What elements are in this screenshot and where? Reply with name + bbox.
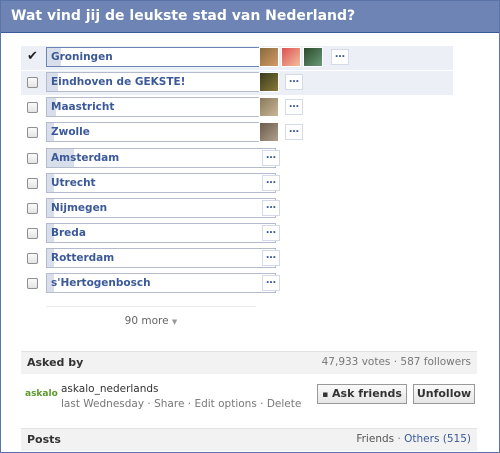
option-row[interactable]: s'Hertogenbosch … [21,272,453,296]
checkbox[interactable] [27,77,38,88]
voter-avatar[interactable] [259,122,279,142]
edit-options-link[interactable]: Edit options [194,398,256,410]
option-label: s'Hertogenbosch [51,277,151,289]
more-options-label: 90 more [124,315,169,327]
asked-by-title: Asked by [27,356,84,369]
more-voters-button[interactable]: … [285,74,303,90]
option-bar[interactable]: Breda [46,223,276,243]
dialog-title: Wat vind jij de leukste stad van Nederla… [1,1,499,33]
more-options-link[interactable]: 90 more ▼ [46,306,256,327]
asker-meta: last Wednesday · Share · Edit options · … [61,398,302,410]
voter-avatar[interactable] [281,47,301,67]
share-link[interactable]: Share [154,398,184,410]
option-bar[interactable]: Rotterdam [46,248,276,268]
chevron-down-icon: ▼ [171,318,178,326]
question-dialog: Wat vind jij de leukste stad van Nederla… [0,0,500,453]
asked-by-header: Asked by 47,933 votes · 587 followers [21,351,477,374]
more-voters-button[interactable]: … [262,275,280,291]
more-voters-button[interactable]: … [262,250,280,266]
posts-title: Posts [27,433,61,446]
unfollow-button[interactable]: Unfollow [413,384,475,404]
option-label: Zwolle [51,126,90,138]
checkbox[interactable] [27,153,38,164]
option-row[interactable]: Amsterdam … [21,147,453,171]
checkbox[interactable] [27,102,38,113]
others-filter-link[interactable]: Others (515) [404,433,471,445]
option-label: Amsterdam [51,152,120,164]
checkbox[interactable] [27,253,38,264]
option-bar[interactable]: Zwolle [46,122,276,142]
option-row[interactable]: Eindhoven de GEKSTE! … [21,71,453,95]
option-label: Nijmegen [51,202,108,214]
option-row[interactable]: Rotterdam … [21,247,453,271]
checkbox[interactable] [27,203,38,214]
option-bar[interactable]: Utrecht [46,173,276,193]
option-bar[interactable]: Eindhoven de GEKSTE! [46,72,276,92]
asked-time: last Wednesday [61,398,145,410]
more-voters-button[interactable]: … [285,124,303,140]
checkbox-checked[interactable]: ✔ [27,50,38,63]
option-bar[interactable]: s'Hertogenbosch [46,273,276,293]
option-row[interactable]: ✔ Groningen … [21,46,453,70]
voter-avatar[interactable] [259,97,279,117]
poll-stats: 47,933 votes · 587 followers [321,356,471,368]
more-voters-button[interactable]: … [262,225,280,241]
option-bar[interactable]: Maastricht [46,97,276,117]
posts-header: Posts Friends · Others (515) [21,428,477,451]
more-voters-button[interactable]: … [331,49,349,65]
ask-friends-button[interactable]: ▪ Ask friends [317,384,407,404]
option-label: Utrecht [51,177,96,189]
askalo-logo[interactable]: askalo [25,389,58,403]
more-voters-button[interactable]: … [262,175,280,191]
option-bar[interactable]: Groningen [46,47,276,67]
checkbox[interactable] [27,228,38,239]
speech-bubble-icon: ▪ [322,390,329,400]
option-label: Rotterdam [51,252,115,264]
more-voters-button[interactable]: … [285,99,303,115]
friends-filter-link[interactable]: Friends [356,433,394,445]
option-label: Breda [51,227,86,239]
asker-name-link[interactable]: askalo_nederlands [61,383,159,395]
more-voters-button[interactable]: … [262,200,280,216]
option-row[interactable]: Zwolle … [21,121,453,145]
option-row[interactable]: Breda … [21,222,453,246]
option-label: Groningen [51,51,113,63]
option-row[interactable]: Maastricht … [21,96,453,120]
checkbox[interactable] [27,178,38,189]
more-voters-button[interactable]: … [262,150,280,166]
option-bar[interactable]: Amsterdam [46,148,276,168]
option-row[interactable]: Nijmegen … [21,197,453,221]
option-bar[interactable]: Nijmegen [46,198,276,218]
checkbox[interactable] [27,278,38,289]
posts-filter: Friends · Others (515) [356,433,471,445]
checkbox[interactable] [27,127,38,138]
voter-avatar[interactable] [259,72,279,92]
option-label: Maastricht [51,101,115,113]
voter-avatar[interactable] [303,47,323,67]
option-row[interactable]: Utrecht … [21,172,453,196]
delete-link[interactable]: Delete [267,398,302,410]
voter-avatar[interactable] [259,47,279,67]
option-label: Eindhoven de GEKSTE! [51,76,186,88]
